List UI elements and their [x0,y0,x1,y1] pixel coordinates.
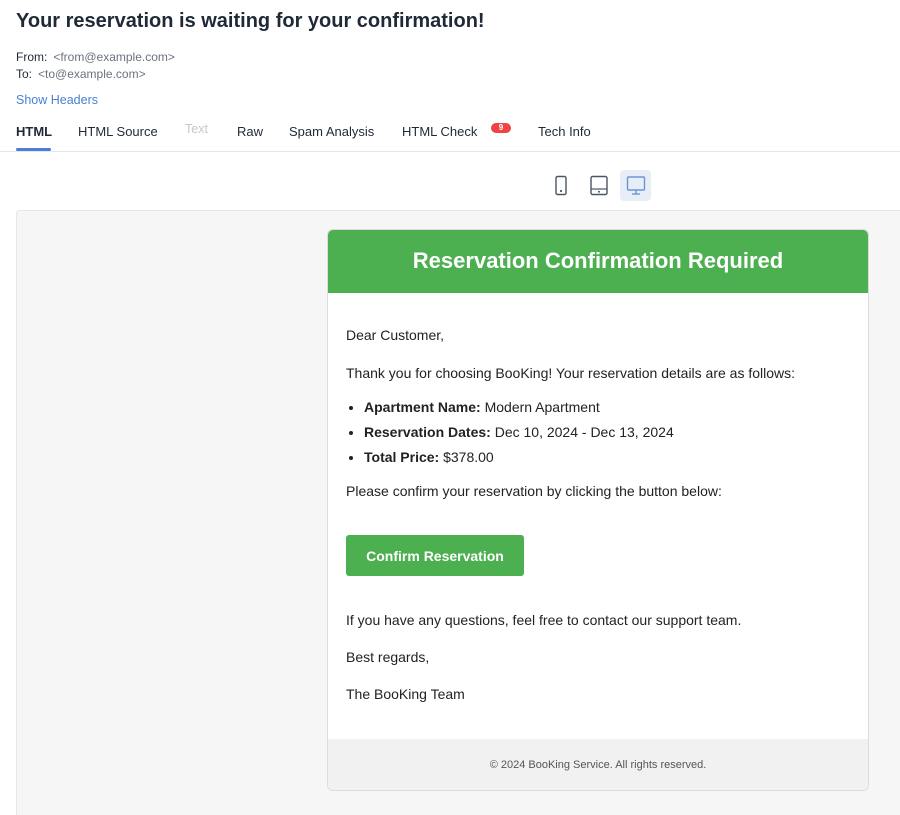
email-body-card: Reservation Confirmation Required Dear C… [327,229,869,791]
tab-text: Text [185,122,208,136]
email-instruction: Please confirm your reservation by click… [346,483,722,499]
from-address: <from@example.com> [53,50,175,64]
view-tabs: HTML HTML Source Text Raw Spam Analysis … [0,118,900,152]
email-subject: Your reservation is waiting for your con… [16,10,485,32]
tab-spam-analysis[interactable]: Spam Analysis [289,124,374,139]
email-greeting: Dear Customer, [346,327,445,343]
from-label: From: [16,50,48,64]
from-row: From: <from@example.com> [16,50,175,64]
tab-raw[interactable]: Raw [237,124,263,139]
to-row: To: <to@example.com> [16,67,146,81]
email-sign-off: Best regards, [346,649,430,665]
detail-value: $378.00 [439,449,494,465]
email-footer: © 2024 BooKing Service. All rights reser… [328,739,868,790]
tab-html-source[interactable]: HTML Source [78,124,158,139]
desktop-view-button[interactable] [620,170,651,201]
email-header-title: Reservation Confirmation Required [328,230,868,293]
tab-html[interactable]: HTML [16,124,52,139]
tab-tech-info[interactable]: Tech Info [538,124,591,139]
html-check-count-badge: 9 [491,123,511,133]
list-item: Reservation Dates: Dec 10, 2024 - Dec 13… [364,423,674,448]
detail-value: Modern Apartment [480,399,600,415]
list-item: Total Price: $378.00 [364,448,674,473]
desktop-icon [626,175,645,195]
detail-label: Reservation Dates: [364,424,491,440]
tablet-view-button[interactable] [583,170,614,201]
to-address: <to@example.com> [38,67,146,81]
detail-label: Total Price: [364,449,440,465]
show-headers-link[interactable]: Show Headers [16,93,98,107]
mobile-icon [554,175,567,195]
to-label: To: [16,67,33,81]
confirm-reservation-button[interactable]: Confirm Reservation [346,535,524,576]
detail-label: Apartment Name: [364,399,481,415]
tablet-icon [589,175,608,195]
mobile-view-button[interactable] [545,170,576,201]
detail-value: Dec 10, 2024 - Dec 13, 2024 [490,424,674,440]
email-intro: Thank you for choosing BooKing! Your res… [346,365,796,381]
active-tab-indicator [16,148,51,151]
list-item: Apartment Name: Modern Apartment [364,398,674,423]
reservation-details-list: Apartment Name: Modern Apartment Reserva… [364,398,674,473]
email-signature: The BooKing Team [346,686,465,702]
tab-html-check[interactable]: HTML Check [402,124,477,139]
email-questions: If you have any questions, feel free to … [346,612,742,628]
